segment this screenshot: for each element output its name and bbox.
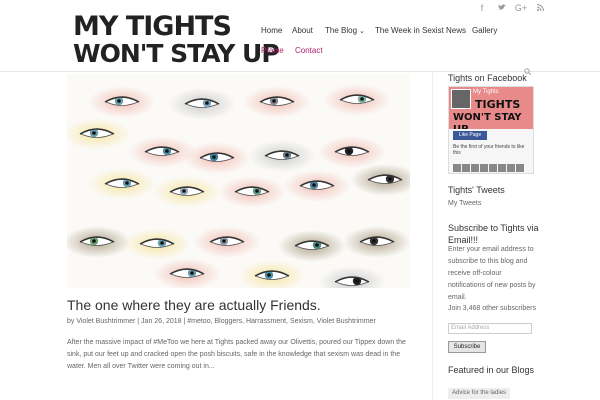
eye-pupil bbox=[312, 183, 316, 187]
nav-home[interactable]: Home bbox=[261, 26, 282, 35]
sidebar-divider bbox=[432, 72, 433, 400]
avatar bbox=[462, 164, 470, 172]
post-meta: by Violet Bushtrimmer | Jan 26, 2018 | #… bbox=[67, 318, 376, 325]
social-links: f G+ bbox=[472, 3, 548, 13]
rss-icon[interactable] bbox=[534, 3, 548, 13]
avatar bbox=[498, 164, 506, 172]
nav-contact[interactable]: Contact bbox=[295, 46, 323, 55]
nav-praise[interactable]: Praise bbox=[261, 46, 284, 55]
like-page-button[interactable]: Like Page bbox=[453, 131, 487, 140]
featured-heading: Featured in our Blogs bbox=[448, 365, 535, 375]
eye-pupil bbox=[372, 239, 376, 243]
featured-image[interactable] bbox=[67, 74, 410, 288]
eye-pupil bbox=[255, 189, 259, 193]
avatar bbox=[516, 164, 524, 172]
avatar bbox=[507, 164, 515, 172]
facebook-page-avatar bbox=[451, 89, 471, 109]
eye-pupil bbox=[92, 131, 96, 135]
logo-line-1: MY TIGHTS bbox=[73, 11, 232, 42]
post-excerpt: After the massive impact of #MeToo we he… bbox=[67, 339, 406, 370]
eye-pupil bbox=[125, 181, 129, 185]
eye-pupil bbox=[92, 239, 96, 243]
eye-pupil bbox=[315, 243, 319, 247]
site-logo[interactable]: MY TIGHTS WON'T STAY UP bbox=[73, 11, 280, 68]
tweets-heading: Tights' Tweets bbox=[448, 185, 505, 195]
facebook-faces bbox=[453, 159, 525, 173]
google-plus-icon[interactable]: G+ bbox=[514, 3, 528, 13]
eye-pupil bbox=[360, 97, 364, 101]
subscribe-description: Enter your email address to subscribe to… bbox=[448, 246, 536, 301]
twitter-icon[interactable] bbox=[495, 3, 509, 13]
chevron-down-icon: ⌄ bbox=[359, 28, 365, 35]
facebook-page-name: My Tights bbox=[473, 89, 499, 95]
eye-pupil bbox=[117, 99, 121, 103]
facebook-cover: My Tights TIGHTS WON'T STAY UP bbox=[449, 87, 533, 129]
facebook-icon[interactable]: f bbox=[475, 3, 489, 13]
site-header: MY TIGHTS WON'T STAY UP f G+ Home About … bbox=[0, 0, 600, 72]
subscribe-button[interactable]: Subscribe bbox=[448, 341, 486, 353]
eye-pupil bbox=[285, 153, 289, 157]
eye-pupil bbox=[205, 101, 209, 105]
avatar bbox=[489, 164, 497, 172]
subscribe-heading: Subscribe to Tights via Email!!! bbox=[448, 223, 539, 245]
eye-pupil bbox=[165, 149, 169, 153]
eyes-illustration bbox=[67, 84, 410, 288]
eye-pupil bbox=[272, 99, 276, 103]
avatar bbox=[453, 164, 461, 172]
post-title[interactable]: The one where they are actually Friends. bbox=[67, 297, 321, 313]
eye-pupil bbox=[160, 241, 164, 245]
eye-pupil bbox=[190, 271, 194, 275]
nav-sexist-news[interactable]: The Week in Sexist News bbox=[375, 26, 466, 35]
eye-pupil bbox=[388, 177, 392, 181]
facebook-cover-line-1: TIGHTS bbox=[475, 98, 521, 111]
nav-gallery[interactable]: Gallery bbox=[472, 26, 497, 35]
eye-pupil bbox=[222, 239, 226, 243]
avatar bbox=[480, 164, 488, 172]
subscriber-count: Join 3,468 other subscribers bbox=[448, 305, 536, 312]
eye-pupil bbox=[355, 279, 359, 283]
featured-tag[interactable]: Advice for the ladies bbox=[448, 388, 511, 399]
nav-the-blog[interactable]: The Blog ⌄ bbox=[325, 26, 365, 35]
eye-pupil bbox=[182, 189, 186, 193]
nav-about[interactable]: About bbox=[292, 26, 313, 35]
facebook-friends-note: Be the first of your friends to like thi… bbox=[453, 144, 525, 156]
email-field[interactable]: Email Address bbox=[448, 323, 532, 334]
facebook-cover-line-2: WON'T STAY UP bbox=[453, 112, 522, 129]
eye-pupil bbox=[212, 155, 216, 159]
facebook-widget-heading: Tights on Facebook bbox=[448, 73, 527, 83]
avatar bbox=[471, 164, 479, 172]
facebook-page-widget[interactable]: My Tights TIGHTS WON'T STAY UP Like Page… bbox=[448, 86, 534, 174]
nav-the-blog-label: The Blog bbox=[325, 26, 358, 35]
eye-pupil bbox=[267, 273, 271, 277]
logo-line-2: WON'T STAY UP bbox=[73, 39, 280, 68]
my-tweets-link[interactable]: My Tweets bbox=[448, 200, 481, 207]
eye-pupil bbox=[347, 149, 351, 153]
